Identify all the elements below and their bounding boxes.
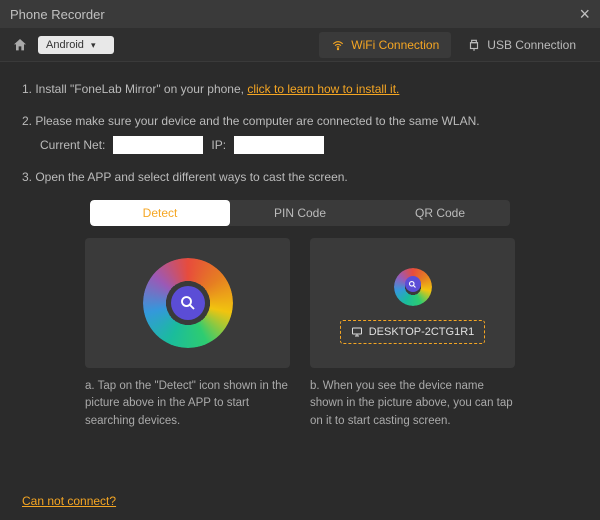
panel-a: a. Tap on the "Detect" icon shown in the… — [85, 238, 290, 430]
panel-b: DESKTOP-2CTG1R1 b. When you see the devi… — [310, 238, 515, 430]
home-icon[interactable] — [12, 37, 28, 53]
device-chip[interactable]: DESKTOP-2CTG1R1 — [340, 320, 486, 344]
panel-b-caption: b. When you see the device name shown in… — [310, 378, 515, 430]
step-2: 2. Please make sure your device and the … — [22, 112, 578, 154]
step-3: 3. Open the APP and select different way… — [22, 168, 578, 186]
step-1-text: 1. Install "FoneLab Mirror" on your phon… — [22, 82, 247, 96]
wifi-connection-tab[interactable]: WiFi Connection — [319, 32, 451, 58]
cast-tabs: Detect PIN Code QR Code — [90, 200, 510, 226]
search-small-icon — [405, 276, 421, 292]
install-link[interactable]: click to learn how to install it. — [247, 82, 399, 96]
step-3-text: 3. Open the APP and select different way… — [22, 170, 348, 184]
window-title: Phone Recorder — [10, 7, 105, 22]
ip-field[interactable] — [234, 136, 324, 154]
close-icon[interactable]: × — [579, 4, 590, 25]
usb-connection-tab[interactable]: USB Connection — [455, 32, 588, 58]
search-icon — [171, 286, 205, 320]
tab-detect[interactable]: Detect — [90, 200, 230, 226]
tab-pin-code[interactable]: PIN Code — [230, 200, 370, 226]
step-2-text: 2. Please make sure your device and the … — [22, 114, 480, 128]
wifi-icon — [331, 38, 345, 52]
titlebar: Phone Recorder × — [0, 0, 600, 28]
current-net-label: Current Net: — [40, 136, 105, 154]
panel-a-caption: a. Tap on the "Detect" icon shown in the… — [85, 378, 290, 430]
chevron-down-icon: ▾ — [91, 40, 96, 50]
panel-a-visual — [85, 238, 290, 368]
wifi-tab-label: WiFi Connection — [351, 38, 439, 52]
toolbar: Android ▾ WiFi Connection USB Connection — [0, 28, 600, 62]
device-name: DESKTOP-2CTG1R1 — [369, 326, 475, 338]
current-net-field[interactable] — [113, 136, 203, 154]
footer: Can not connect? — [22, 494, 116, 508]
usb-icon — [467, 38, 481, 52]
content: 1. Install "FoneLab Mirror" on your phon… — [0, 62, 600, 442]
platform-value: Android — [46, 39, 84, 51]
step-1: 1. Install "FoneLab Mirror" on your phon… — [22, 80, 578, 98]
panel-b-visual: DESKTOP-2CTG1R1 — [310, 238, 515, 368]
cannot-connect-link[interactable]: Can not connect? — [22, 494, 116, 508]
usb-tab-label: USB Connection — [487, 38, 576, 52]
ip-label: IP: — [211, 136, 226, 154]
tab-qr-code[interactable]: QR Code — [370, 200, 510, 226]
monitor-icon — [351, 326, 363, 338]
platform-select[interactable]: Android ▾ — [38, 36, 114, 54]
